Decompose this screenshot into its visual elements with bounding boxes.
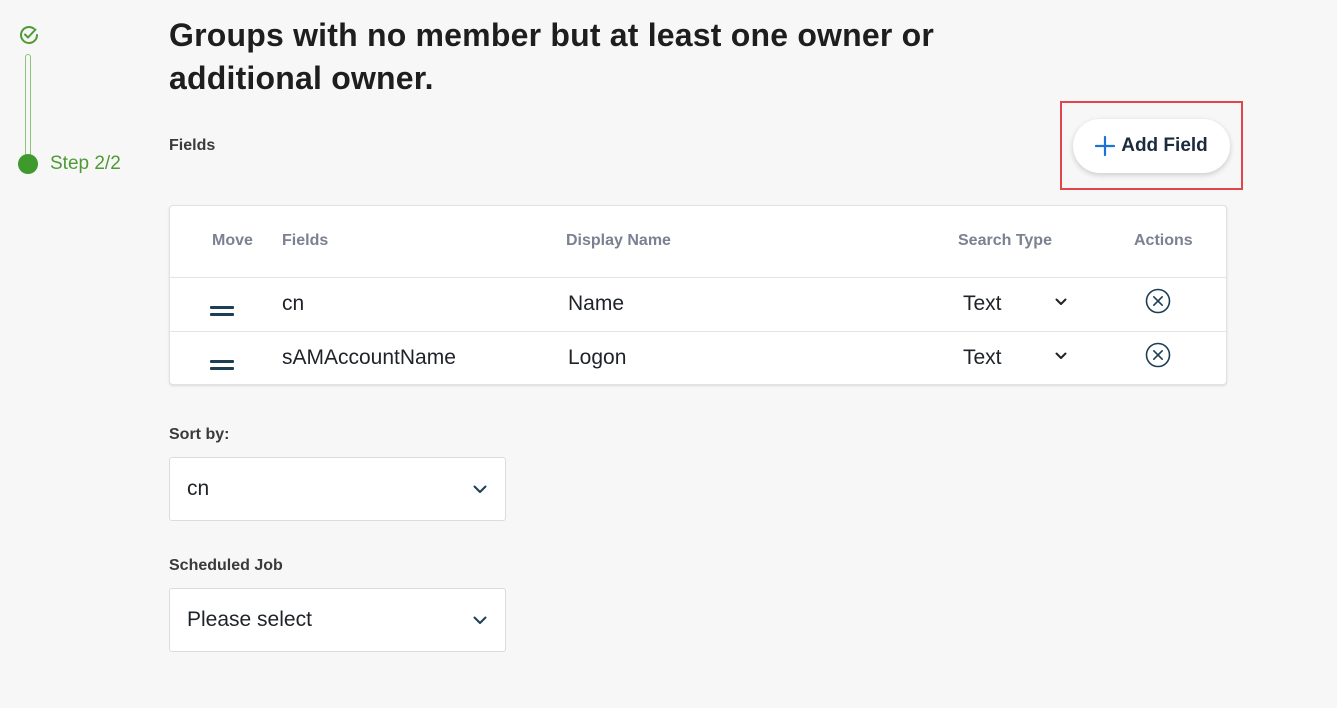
column-header-move: Move <box>212 232 253 249</box>
current-step-dot-icon <box>18 154 38 174</box>
sort-by-value: cn <box>187 477 210 500</box>
chevron-down-icon <box>473 616 487 624</box>
stepper-progress-line <box>25 54 31 164</box>
display-name-cell[interactable]: Name <box>568 292 624 316</box>
table-row: sAMAccountName Logon Text <box>170 331 1226 385</box>
drag-handle-icon[interactable] <box>210 306 234 316</box>
column-header-fields: Fields <box>282 232 329 249</box>
check-circle-icon <box>20 26 38 44</box>
scheduled-job-label: Scheduled Job <box>169 557 283 574</box>
add-field-label: Add Field <box>1121 135 1208 156</box>
chevron-down-icon <box>1055 298 1067 305</box>
scheduled-job-select[interactable]: Please select <box>169 588 506 652</box>
chevron-down-icon <box>473 485 487 493</box>
sort-by-label: Sort by: <box>169 426 230 443</box>
column-header-actions: Actions <box>1134 232 1193 249</box>
plus-icon <box>1095 136 1116 156</box>
add-field-button[interactable]: Add Field <box>1073 119 1230 173</box>
chevron-down-icon <box>1055 352 1067 359</box>
search-type-value: Text <box>963 292 1002 315</box>
page-title: Groups with no member but at least one o… <box>169 17 935 96</box>
fields-section-label: Fields <box>169 137 216 154</box>
field-name-cell: sAMAccountName <box>282 346 456 369</box>
sort-by-select[interactable]: cn <box>169 457 506 521</box>
scheduled-job-value: Please select <box>187 608 312 631</box>
search-type-select[interactable]: Text <box>963 346 1073 372</box>
fields-table: Move Fields Display Name Search Type Act… <box>169 205 1227 385</box>
field-name-cell: cn <box>282 292 305 315</box>
remove-field-icon[interactable] <box>1145 342 1171 368</box>
remove-field-icon[interactable] <box>1145 288 1171 314</box>
search-type-value: Text <box>963 346 1002 369</box>
drag-handle-icon[interactable] <box>210 360 234 370</box>
column-header-search-type: Search Type <box>958 232 1052 249</box>
table-row: cn Name Text <box>170 277 1226 331</box>
step-label: Step 2/2 <box>50 153 121 174</box>
display-name-cell[interactable]: Logon <box>568 346 626 370</box>
search-type-select[interactable]: Text <box>963 292 1073 318</box>
page: Step 2/2 Groups with no member but at le… <box>0 0 1337 708</box>
column-header-display-name: Display Name <box>566 232 671 249</box>
